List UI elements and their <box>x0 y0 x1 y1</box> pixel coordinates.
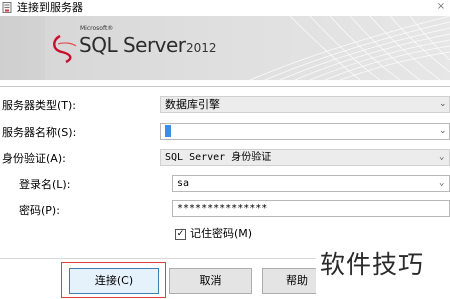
server-connect-icon <box>2 2 12 13</box>
close-button[interactable]: × <box>436 1 446 13</box>
chevron-down-icon[interactable]: ⌄ <box>439 97 447 112</box>
product-version: 2012 <box>186 41 217 55</box>
chevron-down-icon[interactable]: ⌄ <box>439 150 447 165</box>
server-type-value: 数据库引擎 <box>165 98 220 111</box>
window-title: 连接到服务器 <box>17 1 83 14</box>
authentication-select[interactable]: SQL Server 身份验证 ⌄ <box>160 149 450 166</box>
password-input[interactable]: *************** <box>172 200 450 217</box>
connect-highlight-box <box>61 262 166 298</box>
login-label: 登录名(L): <box>19 178 71 191</box>
text-selection-caret <box>165 125 171 137</box>
remember-password-label[interactable]: 记住密码(M) <box>190 227 252 241</box>
microsoft-label: Microsoft® <box>80 25 114 32</box>
cancel-button[interactable]: 取消 <box>169 268 252 294</box>
server-name-input[interactable]: ⌄ <box>160 123 450 140</box>
login-input[interactable]: sa ⌄ <box>172 175 450 192</box>
product-banner: Microsoft® SQL Server 2012 <box>0 16 450 80</box>
form-separator <box>0 258 318 259</box>
banner-divider <box>0 86 450 87</box>
title-bar: 连接到服务器 × <box>0 0 450 16</box>
chevron-down-icon[interactable]: ⌄ <box>439 176 447 191</box>
password-label: 密码(P): <box>19 204 60 217</box>
watermark-text: 软件技巧 <box>320 250 425 279</box>
server-name-label: 服务器名称(S): <box>2 126 77 139</box>
product-name: SQL Server <box>79 33 186 57</box>
chevron-down-icon[interactable]: ⌄ <box>439 124 447 139</box>
authentication-value: SQL Server 身份验证 <box>165 152 272 163</box>
banner-graphic <box>0 16 450 80</box>
authentication-label: 身份验证(A): <box>2 152 66 165</box>
login-value: sa <box>177 178 190 189</box>
remember-password-checkbox[interactable]: ✓ <box>175 229 186 240</box>
checkmark-icon: ✓ <box>176 229 185 239</box>
server-type-select[interactable]: 数据库引擎 ⌄ <box>160 96 450 113</box>
server-type-label: 服务器类型(T): <box>2 99 77 112</box>
